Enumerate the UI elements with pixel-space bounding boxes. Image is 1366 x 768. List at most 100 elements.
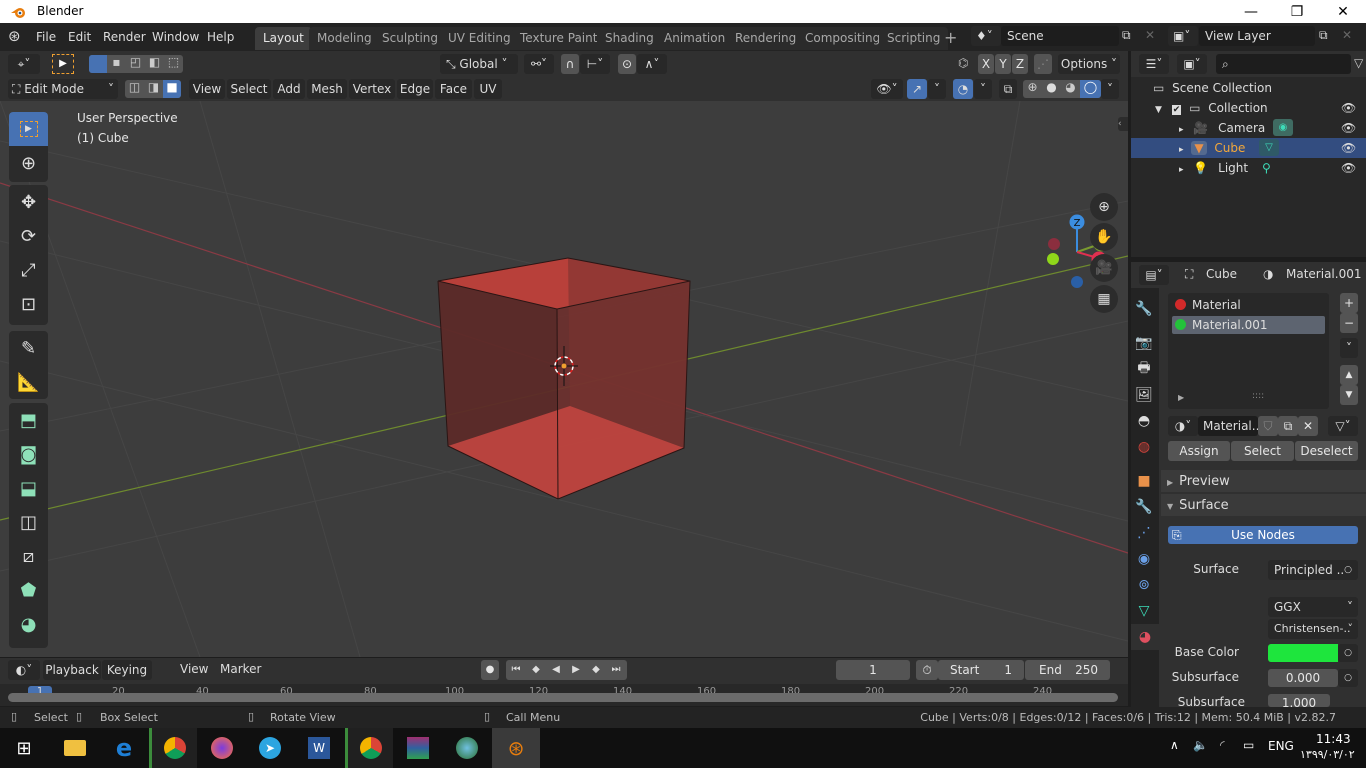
file-explorer-icon[interactable] bbox=[51, 728, 99, 768]
move-tool-icon[interactable]: ✥ bbox=[9, 185, 48, 219]
marker-menu[interactable]: Marker bbox=[220, 662, 261, 676]
timeline-scrollbar[interactable] bbox=[8, 693, 1118, 702]
menu-face[interactable]: Face bbox=[435, 79, 472, 99]
view-layer-icon[interactable]: ▣˅ bbox=[1168, 26, 1198, 46]
tab-view-layer-icon[interactable]: 🖼 bbox=[1131, 382, 1157, 408]
menu-edit[interactable]: Edit bbox=[63, 28, 96, 46]
surface-shader-field[interactable]: Principled .. ○ bbox=[1268, 560, 1358, 580]
language-indicator[interactable]: ENG bbox=[1268, 739, 1294, 753]
menu-view[interactable]: View bbox=[189, 79, 225, 99]
material-slot-selected[interactable]: Material.001 bbox=[1172, 316, 1325, 334]
playback-menu[interactable]: Playback ˅ bbox=[43, 660, 101, 697]
spin-tool-icon[interactable]: ◕ bbox=[9, 607, 48, 641]
mirror-icon[interactable]: ⌬ bbox=[958, 56, 968, 70]
mirror-x-toggle[interactable]: X bbox=[978, 54, 994, 74]
use-nodes-button[interactable]: ⎘ Use Nodes bbox=[1168, 526, 1358, 544]
ortho-toggle-icon[interactable]: ▦ bbox=[1090, 285, 1118, 313]
rendered-shading-icon[interactable]: ◯ bbox=[1080, 80, 1101, 98]
timeline-editor-type[interactable]: ◐˅ bbox=[8, 660, 40, 680]
tab-animation[interactable]: Animation bbox=[656, 27, 734, 50]
mode-dropdown[interactable]: ⛶ Edit Mode ˅ bbox=[8, 79, 118, 99]
knife-tool-icon[interactable]: ⧄ bbox=[9, 539, 48, 573]
selectability-visibility-dropdown[interactable]: 👁˅ bbox=[871, 79, 903, 99]
add-slot-button[interactable]: + bbox=[1340, 293, 1358, 313]
word-icon[interactable]: W bbox=[295, 728, 343, 768]
snap-toggle-icon[interactable]: ∩ bbox=[561, 54, 579, 74]
menu-uv[interactable]: UV bbox=[474, 79, 502, 99]
transform-tool-icon[interactable]: ⊡ bbox=[9, 287, 48, 321]
close-button[interactable]: ✕ bbox=[1320, 0, 1366, 23]
bevel-tool-icon[interactable]: ⬓ bbox=[9, 471, 48, 505]
outliner-row-scene-collection[interactable]: ▭ Scene Collection bbox=[1131, 78, 1366, 98]
pan-view-icon[interactable]: ✋ bbox=[1090, 223, 1118, 251]
subsurface-value-field[interactable]: 0.000 bbox=[1268, 669, 1338, 687]
firefox-icon[interactable] bbox=[198, 728, 246, 768]
tab-modeling[interactable]: Modeling bbox=[309, 27, 380, 50]
vertex-select-icon[interactable]: ◫ bbox=[125, 80, 144, 98]
delete-scene-icon[interactable]: ✕ bbox=[1145, 28, 1155, 42]
volume-icon[interactable]: 🔈 bbox=[1193, 738, 1208, 752]
menu-help[interactable]: Help bbox=[202, 28, 239, 46]
camera-view-icon[interactable]: 🎥 bbox=[1090, 254, 1118, 282]
preview-panel-header[interactable]: ▶ Preview bbox=[1161, 470, 1366, 492]
current-frame-field[interactable]: 1 bbox=[836, 660, 910, 680]
mode-extend-icon[interactable]: ▪ bbox=[107, 55, 126, 73]
tab-constraints-icon[interactable]: ⊚ bbox=[1131, 572, 1157, 598]
rotate-tool-icon[interactable]: ⟳ bbox=[9, 219, 48, 253]
maximize-button[interactable]: ❐ bbox=[1274, 0, 1320, 23]
camera-data-icon[interactable]: ◉ bbox=[1273, 119, 1293, 136]
overlay-toggle-icon[interactable]: ◔ bbox=[953, 79, 973, 99]
tab-output-icon[interactable]: 🖶 bbox=[1131, 356, 1157, 382]
select-box-tool-icon[interactable]: ▶ bbox=[9, 112, 48, 146]
menu-vertex[interactable]: Vertex bbox=[349, 79, 395, 99]
poly-build-tool-icon[interactable]: ⬟ bbox=[9, 573, 48, 607]
menu-render[interactable]: Render bbox=[98, 28, 151, 46]
tab-tool-icon[interactable]: 🔧 bbox=[1131, 296, 1157, 322]
tab-sculpting[interactable]: Sculpting bbox=[374, 27, 447, 50]
select-tool-icon[interactable]: ▶ bbox=[52, 54, 74, 74]
tab-scripting[interactable]: Scripting bbox=[879, 27, 949, 50]
socket-icon[interactable]: ○ bbox=[1338, 644, 1358, 662]
add-workspace-button[interactable]: + bbox=[944, 28, 957, 47]
tab-texture-paint[interactable]: Texture Paint bbox=[512, 27, 606, 50]
keying-menu[interactable]: Keying ˅ bbox=[102, 660, 152, 697]
extrude-region-tool-icon[interactable]: ⬒ bbox=[9, 403, 48, 437]
filter-expand-icon[interactable]: ▶ bbox=[1178, 393, 1184, 402]
auto-merge-icon[interactable]: ⋰ bbox=[1034, 54, 1052, 74]
display-mode-dropdown[interactable]: ☰˅ bbox=[1139, 54, 1169, 74]
cursor-tool-icon[interactable]: ⊕ bbox=[9, 146, 48, 180]
deselect-button[interactable]: Deselect bbox=[1295, 441, 1358, 461]
scene-name-field[interactable]: Scene bbox=[1001, 26, 1119, 46]
outliner-row-camera[interactable]: ▸ 🎥 Camera ◉ 👁 bbox=[1131, 118, 1366, 138]
menu-mesh[interactable]: Mesh bbox=[307, 79, 347, 99]
light-data-icon[interactable]: ⚲ bbox=[1262, 158, 1271, 178]
remove-slot-button[interactable]: − bbox=[1340, 313, 1358, 333]
resize-handle[interactable]: :::: bbox=[1252, 391, 1264, 401]
zoom-view-icon[interactable]: ⊕ bbox=[1090, 193, 1118, 221]
next-keyframe-icon[interactable]: ◆ bbox=[586, 660, 606, 680]
expand-arrow-icon[interactable]: ▼ bbox=[1155, 105, 1162, 115]
view-layer-filter-dropdown[interactable]: ▣˅ bbox=[1177, 54, 1207, 74]
chrome-icon[interactable] bbox=[345, 728, 393, 768]
end-frame-field[interactable]: End 250 bbox=[1025, 660, 1110, 680]
mirror-y-toggle[interactable]: Y bbox=[995, 54, 1011, 74]
jump-start-icon[interactable]: ⏮ bbox=[506, 660, 526, 680]
tab-layout[interactable]: Layout bbox=[255, 27, 312, 50]
unlink-material-icon[interactable]: ✕ bbox=[1298, 416, 1318, 436]
tab-uv-editing[interactable]: UV Editing bbox=[440, 27, 519, 50]
chrome-icon[interactable] bbox=[149, 728, 197, 768]
tab-render-icon[interactable]: 📷 bbox=[1131, 330, 1157, 356]
face-select-icon[interactable]: ■ bbox=[163, 80, 181, 98]
xray-toggle-icon[interactable]: ⧉ bbox=[999, 79, 1017, 99]
move-slot-up-button[interactable]: ▲ bbox=[1340, 365, 1358, 385]
winrar-icon[interactable] bbox=[394, 728, 442, 768]
delete-view-layer-icon[interactable]: ✕ bbox=[1342, 28, 1352, 42]
browse-material-dropdown[interactable]: ◑˅ bbox=[1168, 416, 1198, 436]
gizmo-toggle-icon[interactable]: ↗ bbox=[907, 79, 927, 99]
surface-panel-header[interactable]: ▼ Surface bbox=[1161, 494, 1366, 516]
view-layer-field[interactable]: View Layer bbox=[1199, 26, 1315, 46]
menu-add[interactable]: Add bbox=[273, 79, 305, 99]
play-icon[interactable]: ▶ bbox=[566, 660, 586, 680]
tab-material-icon[interactable]: ◕ bbox=[1131, 624, 1159, 650]
download-manager-icon[interactable] bbox=[443, 728, 491, 768]
